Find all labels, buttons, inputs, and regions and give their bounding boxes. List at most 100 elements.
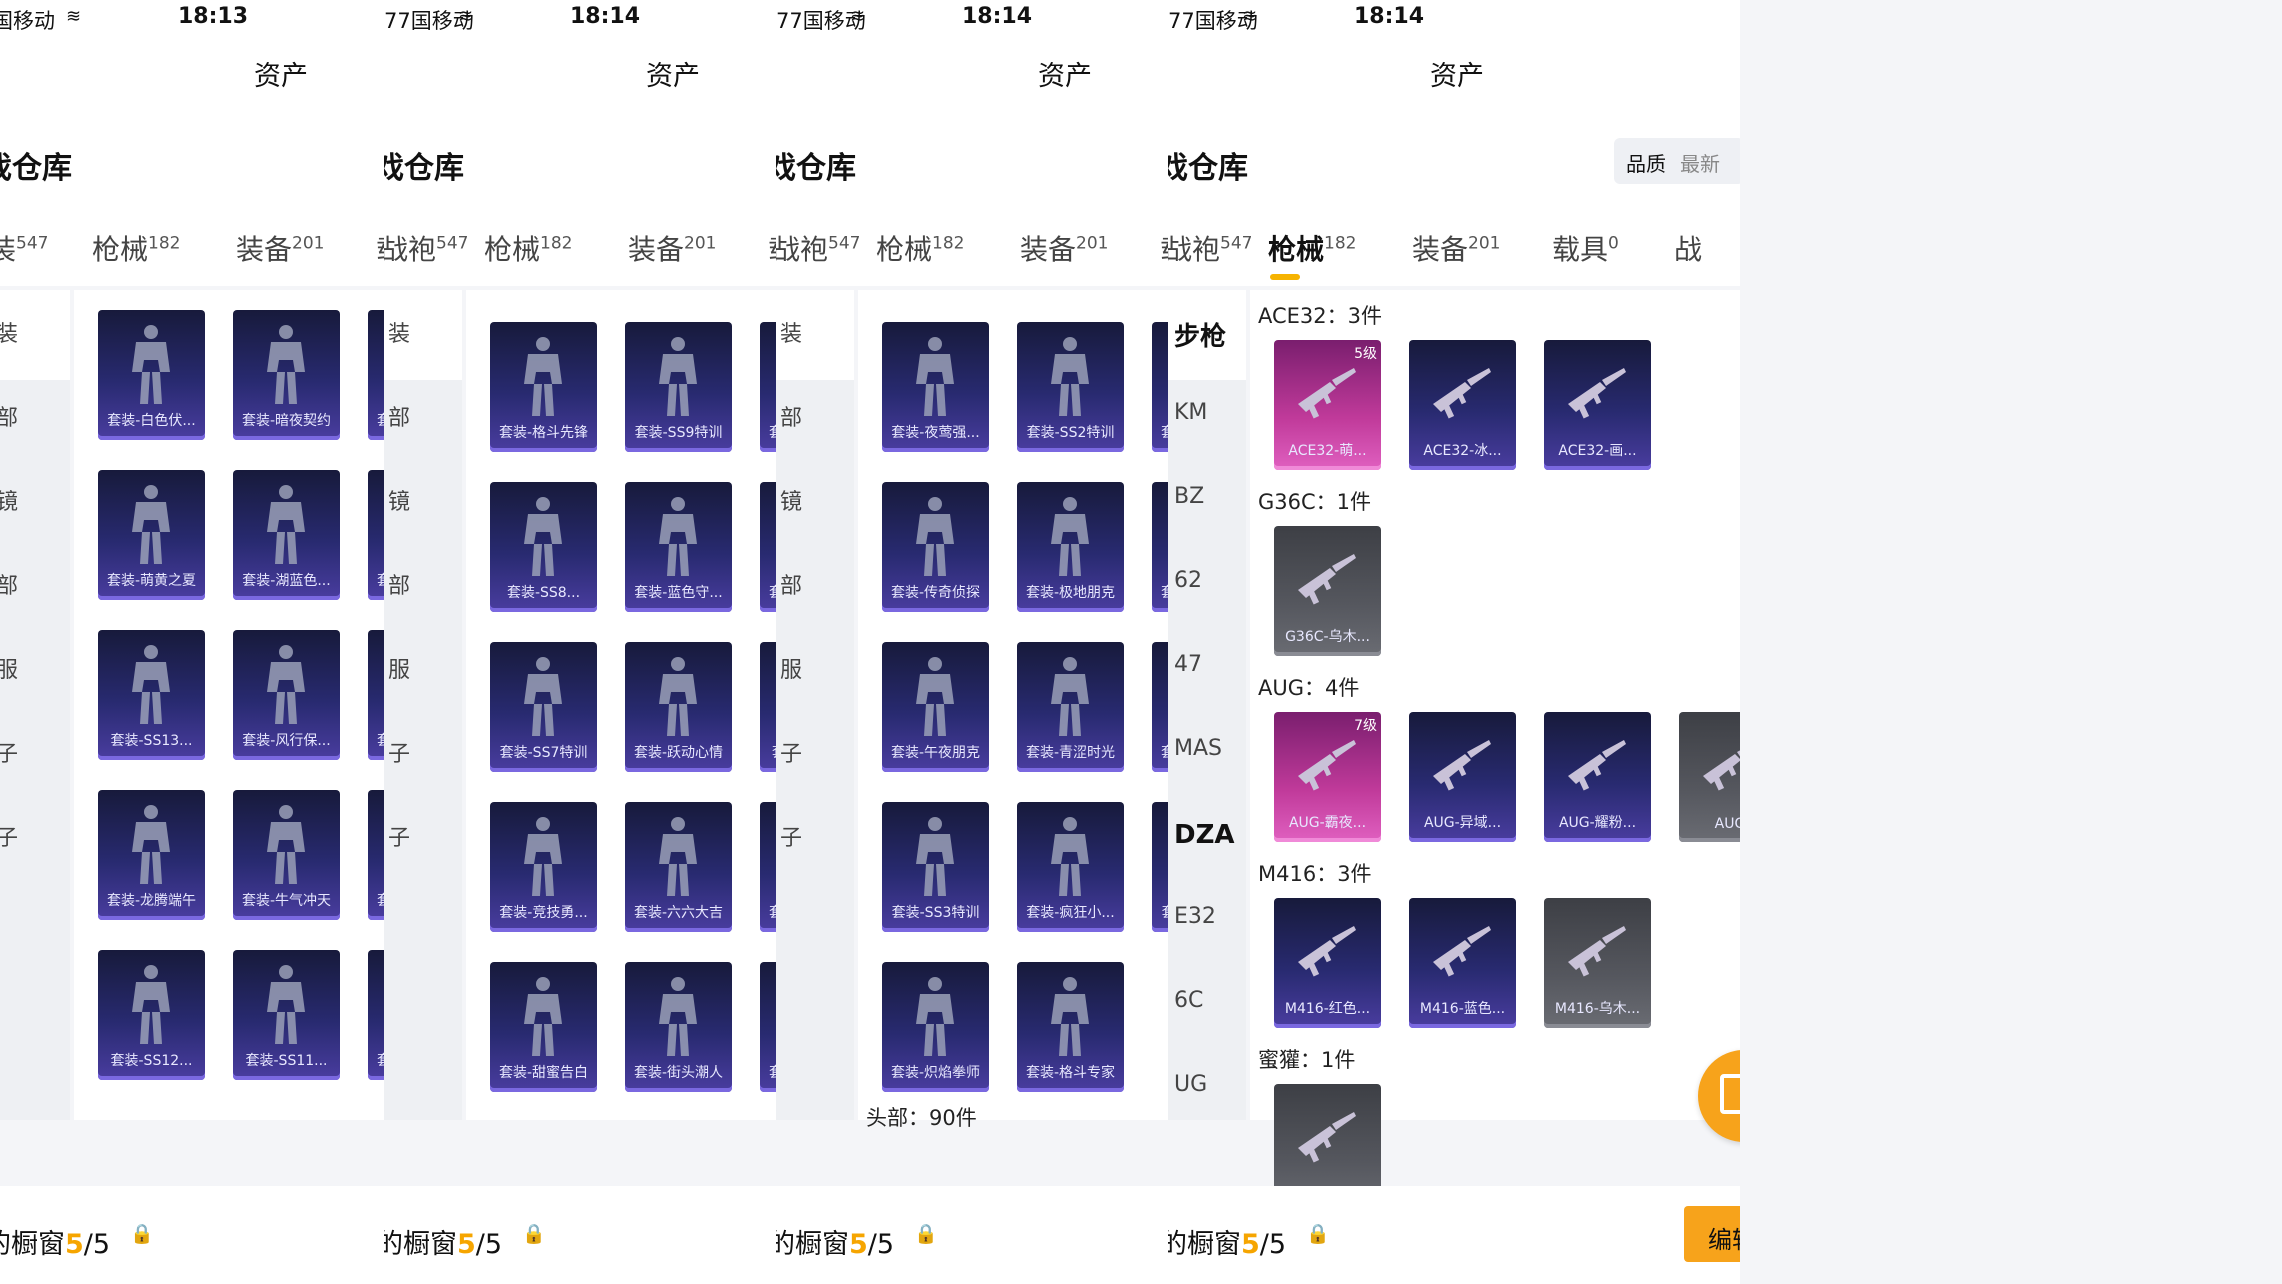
sidebar-item[interactable]: 部 [780,400,802,432]
group-header: M416：3件 [1258,862,1372,886]
item-name: 套装-SS12... [110,1053,193,1069]
item-card[interactable]: 套装-湖蓝色... [233,470,340,600]
tab-0[interactable]: 装547 [0,228,48,268]
sidebar-item[interactable]: UG [1174,1072,1207,1097]
gun-skin-card[interactable]: AUG-耀粉... [1544,712,1651,842]
tab-label: 装备 [1412,233,1469,266]
gun-skin-card[interactable]: 7级 AUG-霸夜... [1274,712,1381,842]
sidebar-item[interactable]: 子 [0,736,18,768]
gun-skin-card[interactable]: M416-乌木... [1544,898,1651,1028]
item-name: 套装-牛气冲天 [241,893,332,909]
tab-2[interactable]: 装备201 [1412,228,1500,268]
item-card[interactable]: 套装-午夜朋克 [882,642,989,772]
item-card[interactable]: 套装-白色伏... [98,310,205,440]
item-name: 套装-传奇侦探 [890,585,981,601]
item-card[interactable]: 套装-SS13... [98,630,205,760]
tab-1[interactable]: 枪械182 [876,228,964,268]
sidebar-item[interactable]: 服 [388,652,410,684]
item-card[interactable]: 套装-暗夜契约 [233,310,340,440]
sidebar-item[interactable]: 装 [780,316,802,348]
gun-skin-card[interactable]: G36C-乌木... [1274,526,1381,656]
edit-icon [1720,1074,1740,1114]
item-card[interactable]: 套装-SS8... [490,482,597,612]
tab-0[interactable]: 战袍547 [1168,228,1252,268]
sidebar-item[interactable]: 装 [388,316,410,348]
item-card[interactable]: 套装-甜蜜告白 [490,962,597,1092]
item-card[interactable]: 套装-格斗专家 [1017,962,1124,1092]
sidebar-item[interactable]: 子 [780,736,802,768]
item-card[interactable]: 套装-SS7特训 [490,642,597,772]
sidebar-item[interactable]: 服 [780,652,802,684]
sort-quality-button[interactable]: 品质 [1626,148,1666,177]
item-card[interactable]: 套装-风行保... [233,630,340,760]
tab-2[interactable]: 装备201 [236,228,324,268]
sidebar-item[interactable]: E32 [1174,904,1216,929]
sort-latest-button[interactable]: 最新 [1680,148,1720,177]
sidebar-item[interactable]: 镜 [780,484,802,516]
item-card[interactable]: 套装-传奇侦探 [882,482,989,612]
item-card[interactable]: 套装-街头潮人 [625,962,732,1092]
sidebar-item[interactable]: 子 [780,820,802,852]
item-card[interactable]: 套装-炽焰拳师 [882,962,989,1092]
sidebar-item[interactable]: DZA [1174,820,1235,850]
sidebar-item[interactable]: 镜 [0,484,18,516]
sidebar-item[interactable]: 部 [0,568,18,600]
sidebar-item[interactable]: 部 [0,400,18,432]
tab-1[interactable]: 枪械182 [92,228,180,268]
tab-2[interactable]: 装备201 [628,228,716,268]
sidebar-item[interactable]: BZ [1174,484,1204,509]
sidebar-item[interactable]: 装 [0,316,18,348]
tab-2[interactable]: 装备201 [1020,228,1108,268]
item-card[interactable]: 套装-格斗先锋 [490,322,597,452]
sidebar-item[interactable]: 6C [1174,988,1203,1013]
item-card[interactable]: 套装-青涩时光 [1017,642,1124,772]
gun-skin-card[interactable]: AUG- [1679,712,1740,842]
showcase-prefix: 的橱窗 [0,1229,65,1260]
sidebar-item[interactable]: 部 [388,568,410,600]
tab-0[interactable]: 战袍547 [776,228,860,268]
sidebar-item[interactable]: 部 [780,568,802,600]
item-card[interactable]: 套装-牛气冲天 [233,790,340,920]
item-card[interactable]: 套装-SS11... [233,950,340,1080]
item-card[interactable]: 套装-萌黄之夏 [98,470,205,600]
item-card[interactable]: 套装-夜莺强... [882,322,989,452]
item-card[interactable]: 套装-SS2特训 [1017,322,1124,452]
item-card[interactable]: 套装-SS3特训 [882,802,989,932]
level-badge: 7级 [1354,718,1377,734]
tab-count: 201 [684,233,717,254]
item-name: 套装-SS9特训 [634,425,723,441]
tab-0[interactable]: 战袍547 [384,228,468,268]
item-card[interactable]: 套装-蓝色守... [625,482,732,612]
item-card[interactable]: 套装-SS9特训 [625,322,732,452]
sidebar-item[interactable]: 47 [1174,652,1202,677]
gun-skin-card[interactable]: M416-蓝色... [1409,898,1516,1028]
sidebar-item[interactable]: MAS [1174,736,1222,761]
item-card[interactable]: 套装-竞技勇... [490,802,597,932]
sidebar-item[interactable]: 镜 [388,484,410,516]
gun-skin-card[interactable]: ACE32-冰... [1409,340,1516,470]
sidebar-item[interactable]: KM [1174,400,1207,425]
gun-skin-card[interactable]: ACE32-画... [1544,340,1651,470]
sidebar-item[interactable]: 步枪 [1174,316,1226,353]
tab-3[interactable]: 载具0 [1552,228,1619,268]
item-card[interactable]: 套装-SS12... [98,950,205,1080]
sidebar-item[interactable]: 部 [388,400,410,432]
tab-1[interactable]: 枪械182 [484,228,572,268]
item-card[interactable]: 套装-六六大吉 [625,802,732,932]
tab-1[interactable]: 枪械182 [1268,228,1356,268]
item-card[interactable]: 套装-龙腾端午 [98,790,205,920]
item-card[interactable]: 套装-跃动心情 [625,642,732,772]
gun-skin-card[interactable]: M416-红色... [1274,898,1381,1028]
sidebar-item[interactable]: 子 [388,820,410,852]
sidebar-item[interactable]: 子 [0,820,18,852]
sidebar-item[interactable]: 子 [388,736,410,768]
sidebar-item[interactable]: 62 [1174,568,1202,593]
sidebar-item[interactable]: 服 [0,652,18,684]
item-name: 套装-午夜朋克 [890,745,981,761]
group-header: AUG：4件 [1258,676,1360,700]
item-card[interactable]: 套装-疯狂小... [1017,802,1124,932]
item-card[interactable]: 套装-极地朋克 [1017,482,1124,612]
gun-skin-card[interactable]: AUG-异域... [1409,712,1516,842]
gun-skin-card[interactable]: 5级 ACE32-萌... [1274,340,1381,470]
tab-4[interactable]: 战 [1674,228,1702,268]
